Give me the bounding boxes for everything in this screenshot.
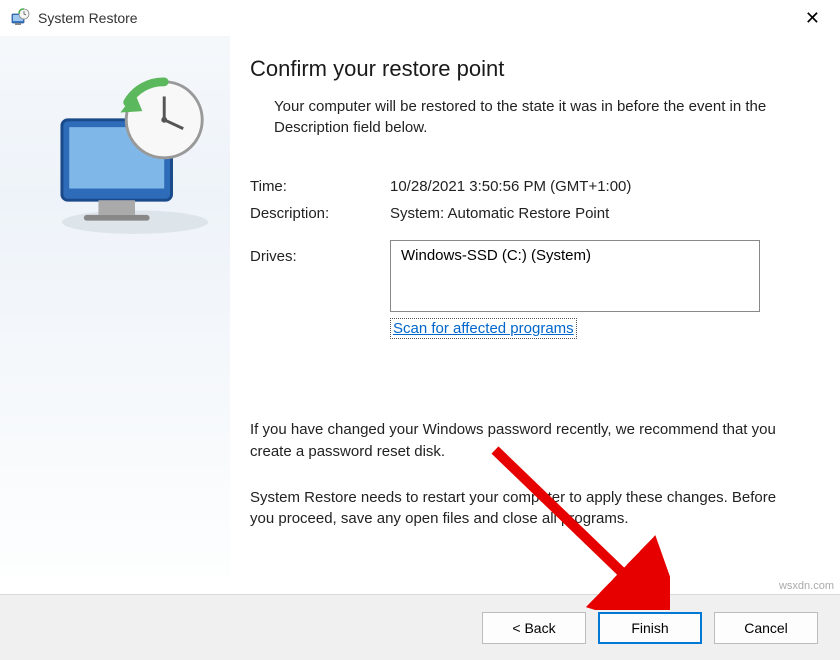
description-label: Description: xyxy=(250,205,390,222)
window-title: System Restore xyxy=(38,10,795,26)
titlebar: System Restore ✕ xyxy=(0,0,840,36)
restart-note: System Restore needs to restart your com… xyxy=(250,487,800,531)
finish-button[interactable]: Finish xyxy=(598,612,702,644)
page-heading: Confirm your restore point xyxy=(250,56,800,82)
password-note: If you have changed your Windows passwor… xyxy=(250,419,800,463)
description-row: Description: System: Automatic Restore P… xyxy=(250,205,800,222)
system-restore-icon xyxy=(10,8,30,28)
watermark: wsxdn.com xyxy=(779,580,834,592)
content-area: Confirm your restore point Your computer… xyxy=(0,36,840,576)
back-button[interactable]: < Back xyxy=(482,612,586,644)
drives-row: Drives: Windows-SSD (C:) (System) xyxy=(250,240,800,312)
restore-point-info: Time: 10/28/2021 3:50:56 PM (GMT+1:00) D… xyxy=(250,178,800,222)
page-subtext: Your computer will be restored to the st… xyxy=(274,96,774,138)
description-value: System: Automatic Restore Point xyxy=(390,205,609,222)
wizard-main: Confirm your restore point Your computer… xyxy=(230,36,840,576)
wizard-footer: < Back Finish Cancel xyxy=(0,594,840,660)
time-value: 10/28/2021 3:50:56 PM (GMT+1:00) xyxy=(390,178,631,195)
time-row: Time: 10/28/2021 3:50:56 PM (GMT+1:00) xyxy=(250,178,800,195)
scan-affected-programs-link[interactable]: Scan for affected programs xyxy=(390,318,577,339)
drives-list[interactable]: Windows-SSD (C:) (System) xyxy=(390,240,760,312)
cancel-button[interactable]: Cancel xyxy=(714,612,818,644)
time-label: Time: xyxy=(250,178,390,195)
wizard-sidebar xyxy=(0,36,230,576)
close-button[interactable]: ✕ xyxy=(795,4,830,33)
drives-label: Drives: xyxy=(250,240,390,312)
system-restore-illustration xyxy=(40,224,230,241)
